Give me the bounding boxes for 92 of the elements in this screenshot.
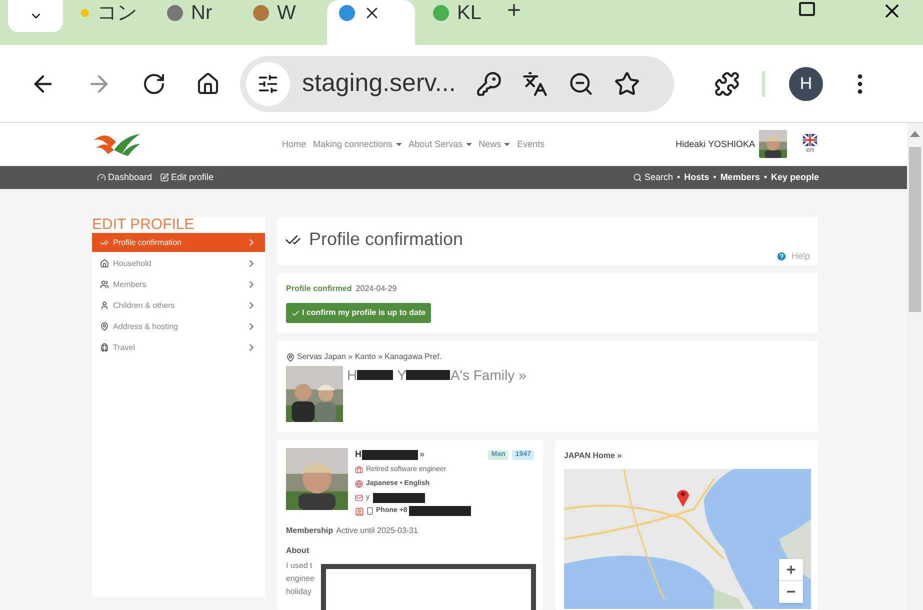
membership-label: Membership [286,524,334,536]
bullet-separator: • [713,170,716,184]
tab-title: W [277,2,296,24]
nav-link[interactable]: Making connections [313,138,402,152]
bookmark-star-icon[interactable] [614,70,640,96]
item-icon [100,280,109,289]
about-text-line: enginee [286,572,316,584]
nav-link[interactable]: Members [720,170,760,184]
scroll-up-icon[interactable] [910,131,920,137]
nav-link[interactable]: Hosts [684,170,710,184]
browser-tab[interactable]: KL [421,0,501,45]
bullet-separator: • [764,170,767,184]
tab-favicon-icon [339,5,355,21]
location-pin-icon [286,352,295,362]
address-bar[interactable]: staging.serv... [240,56,674,112]
bullet-separator: • [676,170,680,184]
dashboard-link[interactable]: Dashboard [97,170,152,184]
site-info-button[interactable] [246,62,290,106]
search-icon [633,172,642,182]
browser-tab[interactable]: コン [69,0,149,45]
url-text: staging.serv... [302,68,456,99]
zoom-out-button[interactable]: − [779,581,803,603]
about-heading: About [286,544,310,556]
browser-tab[interactable]: Nr [155,0,235,45]
membership-status: Active until 2025-03-31 [336,524,418,536]
contact-card-icon [355,506,364,516]
family-name-part[interactable]: H [347,364,358,386]
tab-favicon-icon [253,5,269,21]
profile-avatar[interactable]: H [789,66,823,100]
tab-favicon-icon [167,5,183,21]
redaction-mark [357,370,394,380]
restore-icon[interactable] [799,2,815,16]
zoom-out-icon[interactable] [568,70,594,96]
dashboard-icon [97,172,106,182]
map-title[interactable]: JAPAN Home » [564,450,818,462]
nav-link[interactable]: Key people [770,170,819,184]
nav-link[interactable]: Events [517,138,545,152]
home-icon[interactable] [196,72,220,96]
confirm-button[interactable]: I confirm my profile is up to date [286,303,431,323]
tab-favicon-icon [433,5,449,21]
map-pin-icon [676,487,690,507]
tab-title: Nr [191,2,212,24]
tab-title: KL [457,2,482,24]
item-icon [100,322,109,331]
nav-link[interactable]: About Servas [408,138,472,152]
item-icon [100,343,109,352]
sidebar-item[interactable]: Members [92,275,265,294]
edit-profile-link[interactable]: Edit profile [160,170,214,184]
user-name[interactable]: Hideaki YOSHIOKA [676,138,755,152]
about-text-line: holiday [286,586,312,598]
reload-icon[interactable] [142,72,166,96]
confirmed-label: Profile confirmed [286,283,352,295]
extensions-icon[interactable] [714,70,740,96]
page-title: Profile confirmation [309,228,464,251]
sidebar-item[interactable]: Address & hosting [92,317,265,336]
redaction-mark [372,492,424,503]
about-text-line: I used t [286,560,314,572]
member-name[interactable]: H [355,448,362,462]
item-icon [100,259,109,268]
flag-icon[interactable] [803,134,817,146]
check-icon [291,308,300,318]
mail-icon [355,494,363,502]
browser-tab[interactable]: W [241,0,321,45]
family-name-part[interactable]: Y [397,364,406,386]
search-link[interactable]: Search [633,170,673,184]
tab-title: コン [97,2,137,24]
globe-icon [355,480,363,488]
nav-link[interactable]: Home [282,138,306,152]
confirmed-date: 2024-04-29 [356,283,397,295]
member-name-arrow[interactable]: » [420,448,425,462]
redaction-mark [362,450,418,460]
phone-icon [366,507,374,516]
translate-icon[interactable] [522,70,548,96]
location-path: Servas Japan » Kanto » Kanagawa Pref. [297,351,442,363]
item-icon [100,238,109,247]
item-icon [100,301,109,310]
help-icon [776,250,788,262]
briefcase-icon [355,466,363,474]
redaction-mark [406,370,450,380]
key-icon[interactable] [476,70,502,96]
sidebar-item[interactable]: Profile confirmation [92,233,265,252]
sidebar-item[interactable]: Children & others [92,296,265,315]
nav-link[interactable]: News [478,138,510,152]
sidebar-item[interactable]: Household [92,254,265,273]
new-tab-button[interactable]: + [507,0,522,22]
scrollbar[interactable] [907,123,923,610]
tune-icon [257,72,279,94]
redaction-mark [409,506,472,516]
sidebar-title: EDIT PROFILE [92,217,196,233]
sidebar-item[interactable]: Travel [92,338,265,357]
family-name-part[interactable]: A's Family » [450,364,526,386]
edit-icon [160,172,170,182]
